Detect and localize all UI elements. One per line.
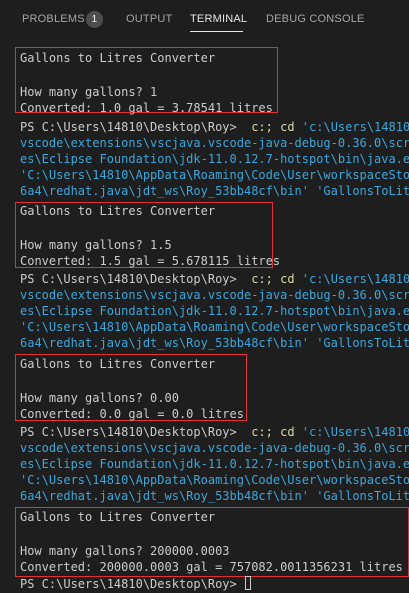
wrapped-command-line: 'C:\Users\14810\AppData\Roaming\Code\Use… bbox=[20, 168, 409, 182]
tab-output[interactable]: OUTPUT bbox=[126, 13, 172, 25]
terminal-cursor bbox=[244, 576, 251, 590]
program-title: Gallons to Litres Converter bbox=[20, 51, 216, 65]
shell-prompt-line: PS C:\Users\14810\Desktop\Roy> bbox=[20, 576, 251, 592]
wrapped-command-line: 6a4\redhat.java\jdt_ws\Roy_53bb48cf\bin'… bbox=[20, 489, 409, 503]
wrapped-command-line: vscode\extensions\vscjava.vscode-java-de… bbox=[20, 441, 409, 455]
wrapped-command-line: 'C:\Users\14810\AppData\Roaming\Code\Use… bbox=[20, 473, 409, 487]
shell-command-path: 'c:\Users\14810\D bbox=[301, 425, 409, 439]
wrapped-command-line: 'C:\Users\14810\AppData\Roaming\Code\Use… bbox=[20, 320, 409, 334]
shell-command-keyword: c:; cd bbox=[251, 272, 295, 286]
active-tab-indicator bbox=[190, 31, 243, 32]
tab-terminal[interactable]: TERMINAL bbox=[190, 13, 247, 25]
shell-prompt: PS C:\Users\14810\Desktop\Roy> bbox=[20, 272, 237, 286]
wrapped-command-line: vscode\extensions\vscjava.vscode-java-de… bbox=[20, 136, 409, 150]
shell-command-line: PS C:\Users\14810\Desktop\Roy> c:; cd 'c… bbox=[20, 119, 409, 135]
program-title: Gallons to Litres Converter bbox=[20, 357, 216, 371]
wrapped-command-line: 6a4\redhat.java\jdt_ws\Roy_53bb48cf\bin'… bbox=[20, 184, 409, 198]
input-prompt-line: How many gallons? 0.00 bbox=[20, 391, 179, 405]
wrapped-command-line: es\Eclipse Foundation\jdk-11.0.12.7-hots… bbox=[20, 304, 409, 318]
shell-prompt: PS C:\Users\14810\Desktop\Roy> bbox=[20, 120, 237, 134]
shell-command-keyword: c:; cd bbox=[251, 425, 295, 439]
shell-command-path: 'c:\Users\14810\D bbox=[301, 120, 409, 134]
conversion-result: Converted: 1.0 gal = 3.78541 litres bbox=[20, 101, 273, 115]
program-title: Gallons to Litres Converter bbox=[20, 204, 216, 218]
conversion-result: Converted: 200000.0003 gal = 757082.0011… bbox=[20, 560, 403, 574]
wrapped-command-line: es\Eclipse Foundation\jdk-11.0.12.7-hots… bbox=[20, 457, 409, 471]
wrapped-command-line: 6a4\redhat.java\jdt_ws\Roy_53bb48cf\bin'… bbox=[20, 336, 409, 350]
input-prompt-line: How many gallons? 200000.0003 bbox=[20, 544, 230, 558]
shell-prompt: PS C:\Users\14810\Desktop\Roy> bbox=[20, 577, 237, 591]
shell-command-line: PS C:\Users\14810\Desktop\Roy> c:; cd 'c… bbox=[20, 424, 409, 440]
shell-command-path: 'c:\Users\14810\D bbox=[301, 272, 409, 286]
input-prompt-line: How many gallons? 1.5 bbox=[20, 238, 172, 252]
panel-tab-bar: PROBLEMS 1 OUTPUT TERMINAL DEBUG CONSOLE bbox=[0, 0, 409, 40]
problems-count-badge: 1 bbox=[86, 11, 103, 28]
tab-debug-console[interactable]: DEBUG CONSOLE bbox=[266, 13, 365, 25]
wrapped-command-line: vscode\extensions\vscjava.vscode-java-de… bbox=[20, 288, 409, 302]
conversion-result: Converted: 0.0 gal = 0.0 litres bbox=[20, 407, 244, 421]
shell-command-line: PS C:\Users\14810\Desktop\Roy> c:; cd 'c… bbox=[20, 271, 409, 287]
shell-prompt: PS C:\Users\14810\Desktop\Roy> bbox=[20, 425, 237, 439]
program-title: Gallons to Litres Converter bbox=[20, 510, 216, 524]
tab-problems[interactable]: PROBLEMS bbox=[22, 13, 85, 25]
input-prompt-line: How many gallons? 1 bbox=[20, 85, 158, 99]
terminal-output[interactable]: Gallons to Litres Converter How many gal… bbox=[0, 40, 409, 593]
conversion-result: Converted: 1.5 gal = 5.678115 litres bbox=[20, 254, 281, 268]
wrapped-command-line: es\Eclipse Foundation\jdk-11.0.12.7-hots… bbox=[20, 152, 409, 166]
shell-command-keyword: c:; cd bbox=[251, 120, 295, 134]
